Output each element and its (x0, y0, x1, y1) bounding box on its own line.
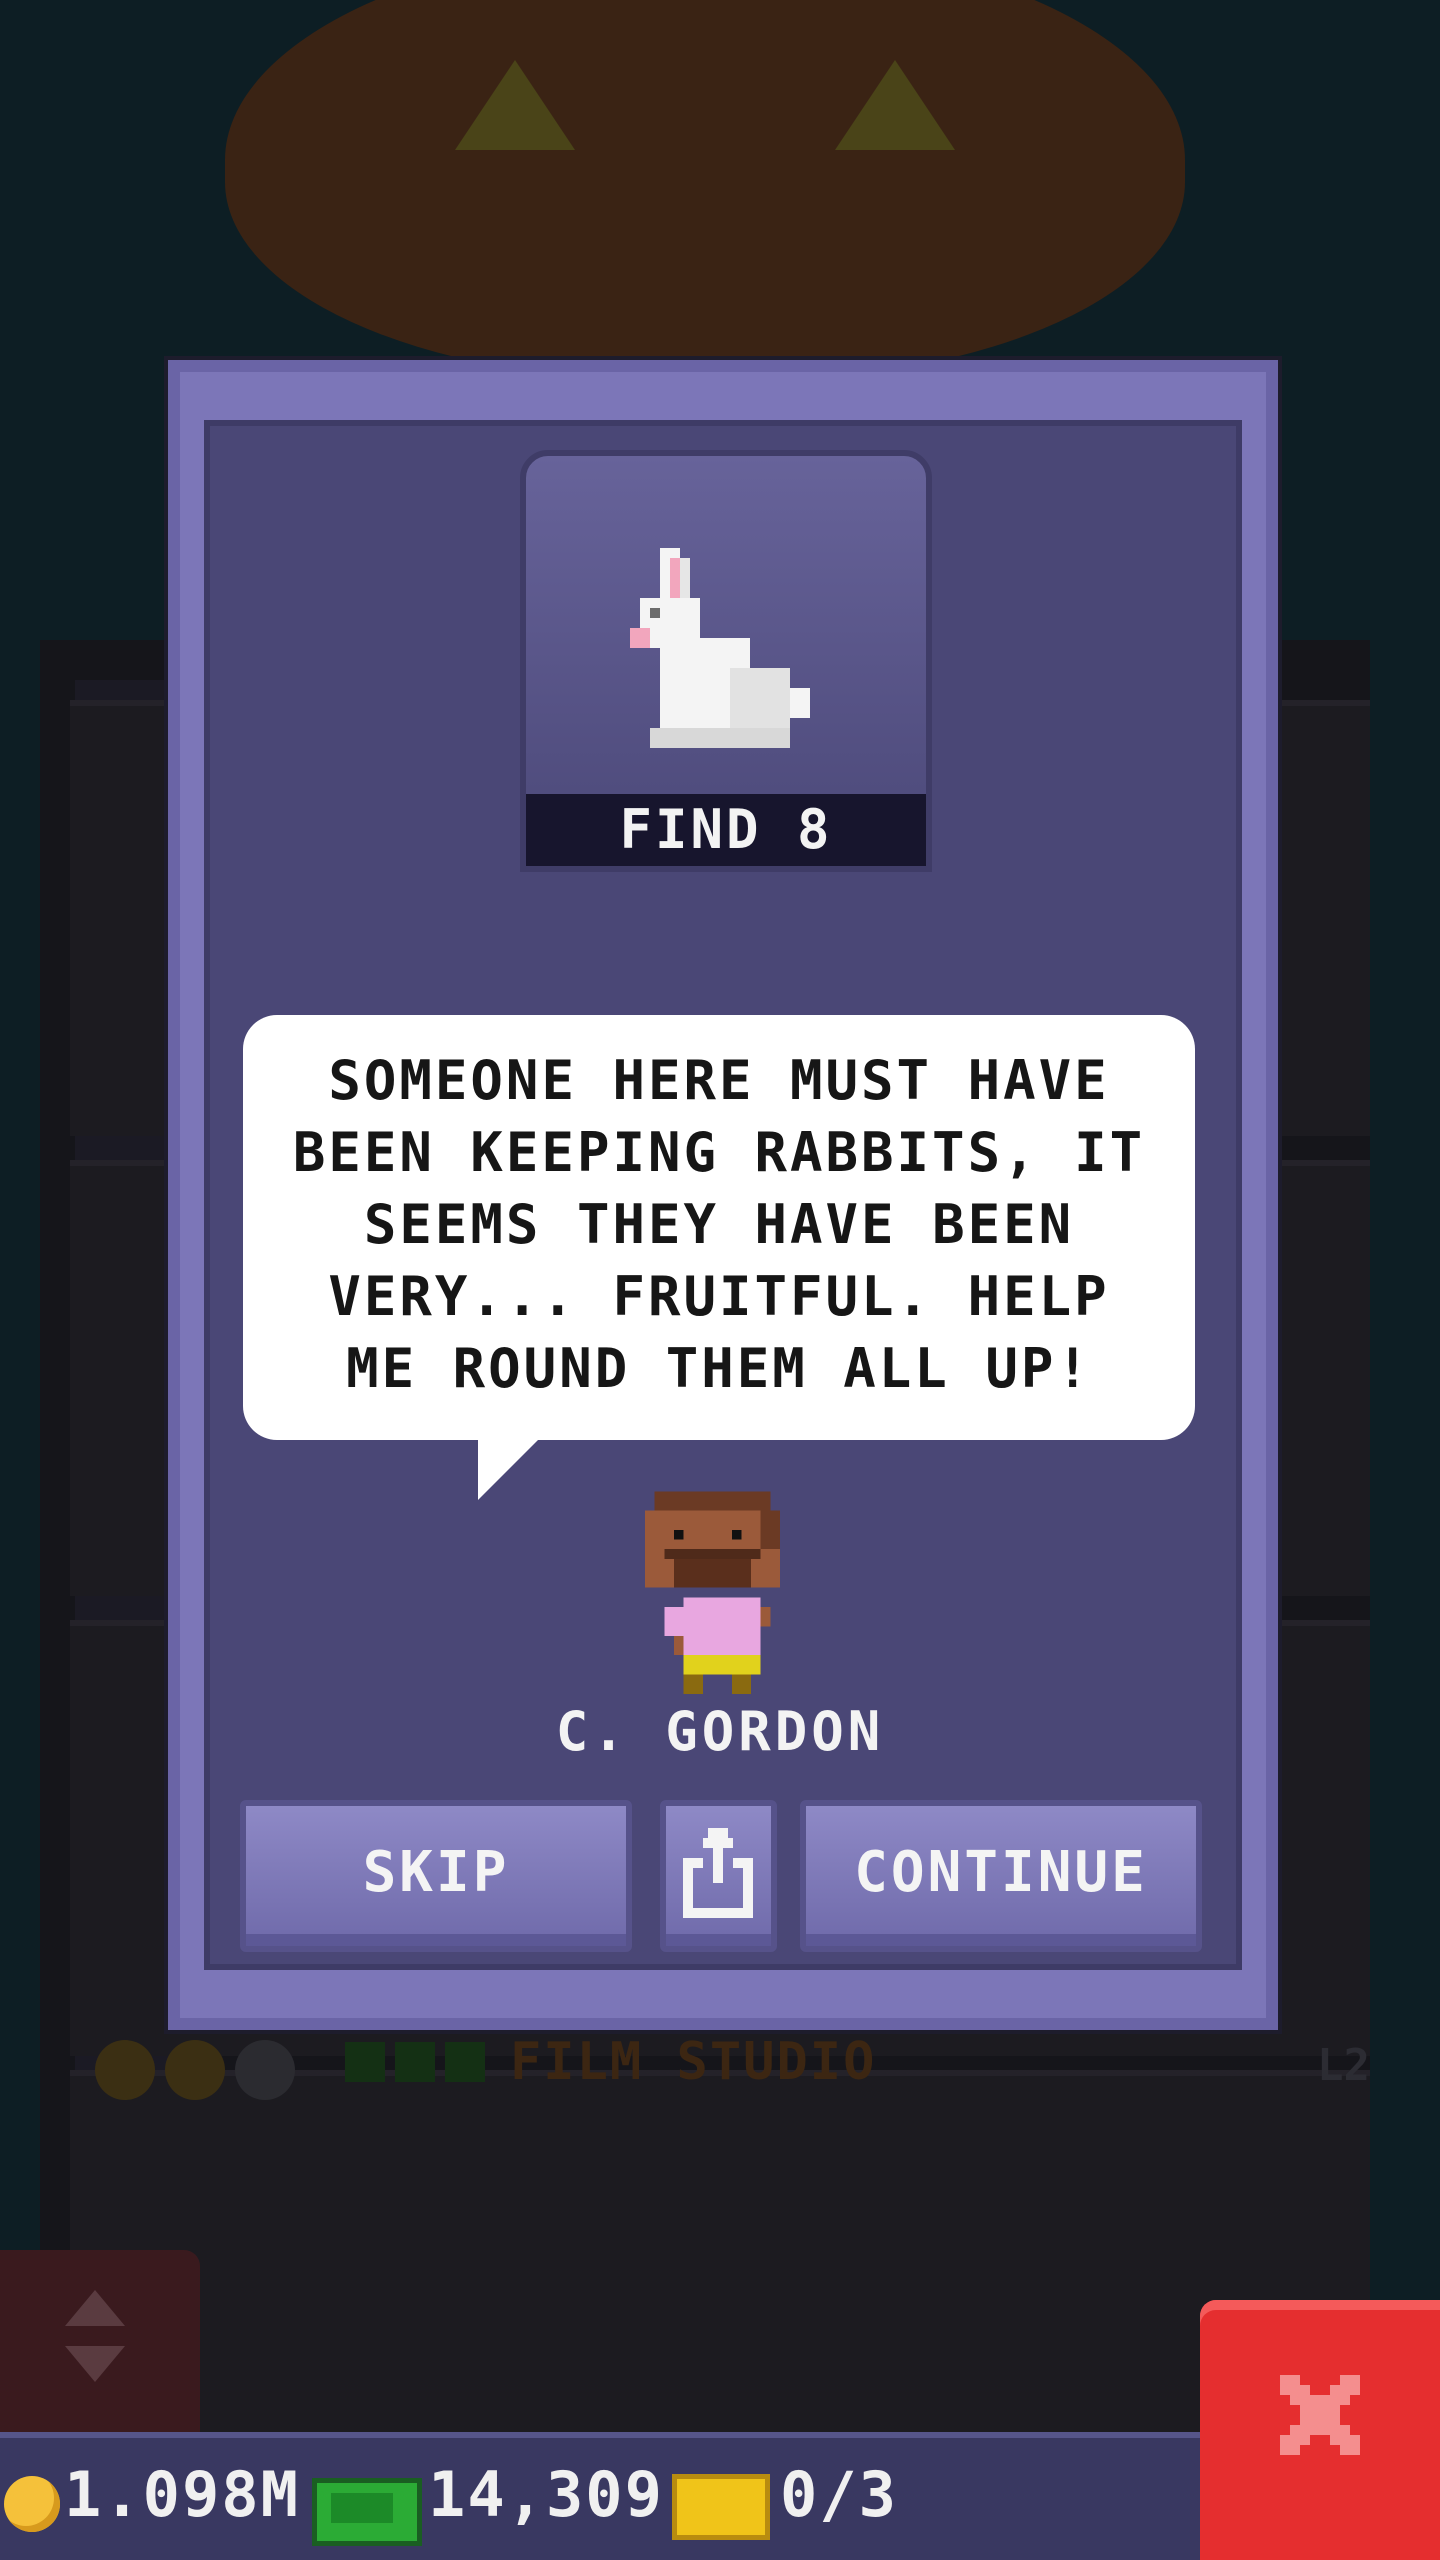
star-icon (165, 2040, 225, 2100)
coin-icon (4, 2476, 60, 2532)
speech-bubble-tail (478, 1430, 548, 1500)
game-screen: FILM STUDIO L2 FIND 8 SOMEONE HERE MUST … (0, 0, 1440, 2560)
ticket-icon (672, 2474, 770, 2540)
dialogue-text: SOMEONE HERE MUST HAVE BEEN KEEPING RABB… (292, 1049, 1146, 1400)
skip-button[interactable]: SKIP (240, 1800, 632, 1952)
npc-avatar (645, 1491, 780, 1694)
arrow-down-icon (65, 2346, 125, 2382)
check-icon (395, 2042, 435, 2082)
find-count: FIND 8 (526, 794, 926, 866)
mission-target-card: FIND 8 (520, 450, 932, 872)
pumpkin-decoration (225, 0, 1185, 380)
star-icon (235, 2040, 295, 2100)
floor-level: L2 (1317, 2040, 1370, 2091)
star-icon (95, 2040, 155, 2100)
arrow-up-icon (65, 2290, 125, 2326)
bux-icon (312, 2478, 422, 2546)
share-icon (683, 1828, 753, 1918)
speech-bubble: SOMEONE HERE MUST HAVE BEEN KEEPING RABB… (243, 1015, 1195, 1440)
floor-name: FILM STUDIO (510, 2032, 877, 2092)
check-icon (445, 2042, 485, 2082)
rabbit-icon (630, 548, 810, 748)
coin-count: 1.098M (64, 2458, 300, 2531)
close-icon (1280, 2375, 1360, 2455)
bux-count: 14,309 (428, 2458, 664, 2531)
elevator-button[interactable] (0, 2250, 200, 2440)
share-button[interactable] (660, 1800, 777, 1952)
continue-button[interactable]: CONTINUE (800, 1800, 1202, 1952)
check-icon (345, 2042, 385, 2082)
resource-bar: 1.098M 14,309 0/3 (0, 2432, 1200, 2560)
close-button[interactable] (1200, 2300, 1440, 2560)
ticket-count: 0/3 (780, 2458, 898, 2531)
npc-name: C. GORDON (555, 1700, 885, 1763)
